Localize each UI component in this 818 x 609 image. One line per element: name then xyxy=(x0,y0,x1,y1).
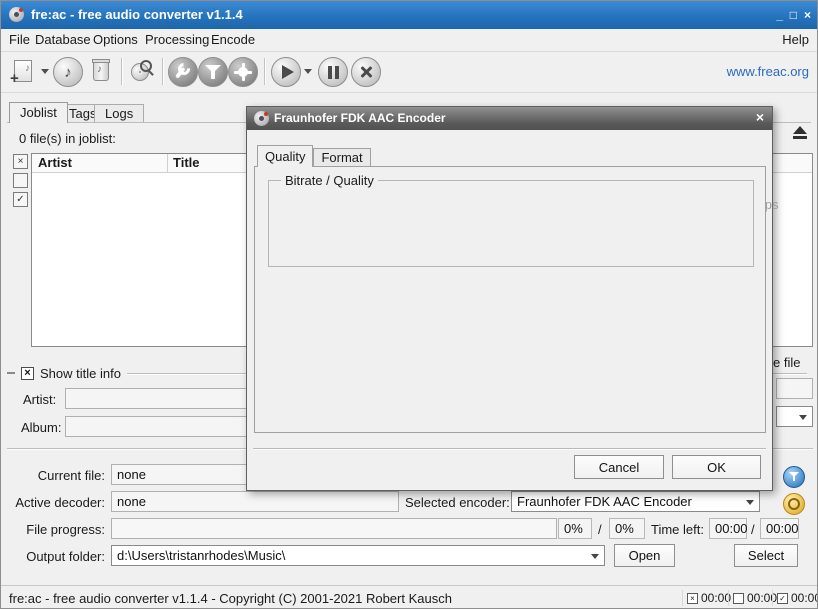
timer-value: 00:00 xyxy=(791,591,818,605)
file-progress-bar xyxy=(111,518,557,539)
add-files-dropdown-arrow[interactable] xyxy=(41,69,49,78)
column-header-artist[interactable]: Artist xyxy=(38,155,72,170)
menu-processing[interactable]: Processing xyxy=(145,32,209,47)
tab-logs[interactable]: Logs xyxy=(94,104,144,123)
menu-encode[interactable]: Encode xyxy=(211,32,255,47)
close-button[interactable]: × xyxy=(804,8,811,22)
dialog-title: Fraunhofer FDK AAC Encoder xyxy=(274,111,446,125)
remove-entry-icon[interactable] xyxy=(87,57,115,85)
select-all-button[interactable]: × xyxy=(13,154,28,169)
dialog-app-icon xyxy=(254,111,269,126)
column-divider[interactable] xyxy=(167,154,168,172)
time-left-label: Time left: xyxy=(651,522,704,537)
active-decoder-label: Active decoder: xyxy=(1,495,105,510)
time-left-total-value: 00:00 xyxy=(760,518,799,539)
toolbar-separator xyxy=(162,58,164,85)
output-folder-label: Output folder: xyxy=(1,549,105,564)
toolbar-separator xyxy=(264,58,266,85)
open-audio-cd-icon[interactable]: ♪ xyxy=(53,57,83,87)
general-settings-icon[interactable] xyxy=(168,57,198,87)
menu-database[interactable]: Database xyxy=(35,32,91,47)
menu-file[interactable]: File xyxy=(9,32,30,47)
hidden-field-fragment-1[interactable] xyxy=(776,378,813,399)
track-time-indicator: ✓ 00:00 xyxy=(772,590,818,606)
minimize-button[interactable]: _ xyxy=(776,8,783,22)
file-progress-percent: 0% xyxy=(558,518,592,539)
tab-format[interactable]: Format xyxy=(313,148,370,167)
track-time-indicator: 00:00 xyxy=(728,590,777,606)
toolbar-separator xyxy=(121,58,123,85)
chevron-down-icon xyxy=(591,554,599,563)
select-folder-button[interactable]: Select xyxy=(734,544,798,567)
hidden-label-fragment: e file xyxy=(773,355,800,370)
chevron-down-icon xyxy=(746,500,754,509)
menu-bar: File Database Options Processing Encode … xyxy=(1,29,817,51)
show-title-info-checkbox[interactable]: × xyxy=(21,367,34,380)
time-divider: / xyxy=(751,522,755,537)
signal-processing-icon[interactable] xyxy=(198,57,228,87)
check-box-icon: ✓ xyxy=(777,593,788,604)
dialog-close-button[interactable]: × xyxy=(756,109,764,125)
timer-value: 00:00 xyxy=(701,591,731,605)
statusbar-text: fre:ac - free audio converter v1.1.4 - C… xyxy=(9,591,452,606)
tab-quality[interactable]: Quality xyxy=(257,145,313,167)
output-folder-value: d:\Users\tristanrhodes\Music\ xyxy=(117,548,285,563)
joblist-count-text: 0 file(s) in joblist: xyxy=(19,131,116,146)
toggle-selection-button[interactable]: ✓ xyxy=(13,192,28,207)
empty-box-icon xyxy=(733,593,744,604)
menu-help[interactable]: Help xyxy=(782,32,809,47)
cddb-query-icon[interactable] xyxy=(128,57,156,85)
open-folder-button[interactable]: Open xyxy=(614,544,675,567)
processing-filter-icon[interactable] xyxy=(783,466,805,488)
selected-encoder-dropdown[interactable]: Fraunhofer FDK AAC Encoder xyxy=(511,491,760,512)
total-progress-percent: 0% xyxy=(609,518,645,539)
select-none-button[interactable] xyxy=(13,173,28,188)
encoder-settings-icon[interactable] xyxy=(228,57,258,87)
chevron-down-icon xyxy=(799,415,807,424)
selected-encoder-value: Fraunhofer FDK AAC Encoder xyxy=(517,494,692,509)
title-bar: fre:ac - free audio converter v1.1.4 _ □… xyxy=(1,1,817,29)
pause-encoding-icon[interactable] xyxy=(318,57,348,87)
dialog-divider xyxy=(253,448,766,450)
output-folder-dropdown[interactable]: d:\Users\tristanrhodes\Music\ xyxy=(111,545,605,566)
file-progress-label: File progress: xyxy=(1,522,105,537)
artist-label: Artist: xyxy=(23,392,56,407)
website-link[interactable]: www.freac.org xyxy=(727,64,809,79)
ok-button[interactable]: OK xyxy=(672,455,761,479)
hidden-field-fragment-2[interactable] xyxy=(776,406,813,427)
tab-joblist[interactable]: Joblist xyxy=(9,102,68,123)
cancel-button[interactable]: Cancel xyxy=(574,455,664,479)
encoder-config-icon[interactable] xyxy=(783,493,805,515)
eject-cd-icon[interactable] xyxy=(789,126,811,142)
column-header-title[interactable]: Title xyxy=(173,155,200,170)
window-title: fre:ac - free audio converter v1.1.4 xyxy=(31,7,243,22)
freac-main-window: fre:ac - free audio converter v1.1.4 _ □… xyxy=(0,0,818,609)
start-encoding-dropdown-arrow[interactable] xyxy=(304,69,312,78)
encoder-config-dialog: Fraunhofer FDK AAC Encoder × Quality For… xyxy=(246,106,773,491)
selected-encoder-label: Selected encoder: xyxy=(405,495,505,510)
menu-options[interactable]: Options xyxy=(93,32,138,47)
active-decoder-field: none xyxy=(111,491,399,512)
dialog-tabstrip: Quality Format xyxy=(257,145,371,167)
toolbar: ♪ www.freac.org xyxy=(1,51,817,93)
x-box-icon: × xyxy=(687,593,698,604)
dialog-title-bar: Fraunhofer FDK AAC Encoder × xyxy=(247,107,772,130)
start-encoding-icon[interactable] xyxy=(271,57,301,87)
add-files-icon[interactable] xyxy=(9,57,37,85)
group-title: Bitrate / Quality xyxy=(281,173,378,188)
track-time-indicator: × 00:00 xyxy=(682,590,731,606)
maximize-button[interactable]: □ xyxy=(790,8,797,22)
album-label: Album: xyxy=(21,420,61,435)
collapse-handle[interactable] xyxy=(7,372,15,374)
app-icon xyxy=(9,7,24,22)
stop-encoding-icon[interactable] xyxy=(351,57,381,87)
status-bar: fre:ac - free audio converter v1.1.4 - C… xyxy=(1,585,817,609)
show-title-info-label: Show title info xyxy=(40,366,121,381)
progress-divider: / xyxy=(598,522,602,537)
current-file-label: Current file: xyxy=(1,468,105,483)
time-left-value: 00:00 xyxy=(709,518,747,539)
bitrate-quality-group: Bitrate / Quality xyxy=(268,180,754,267)
